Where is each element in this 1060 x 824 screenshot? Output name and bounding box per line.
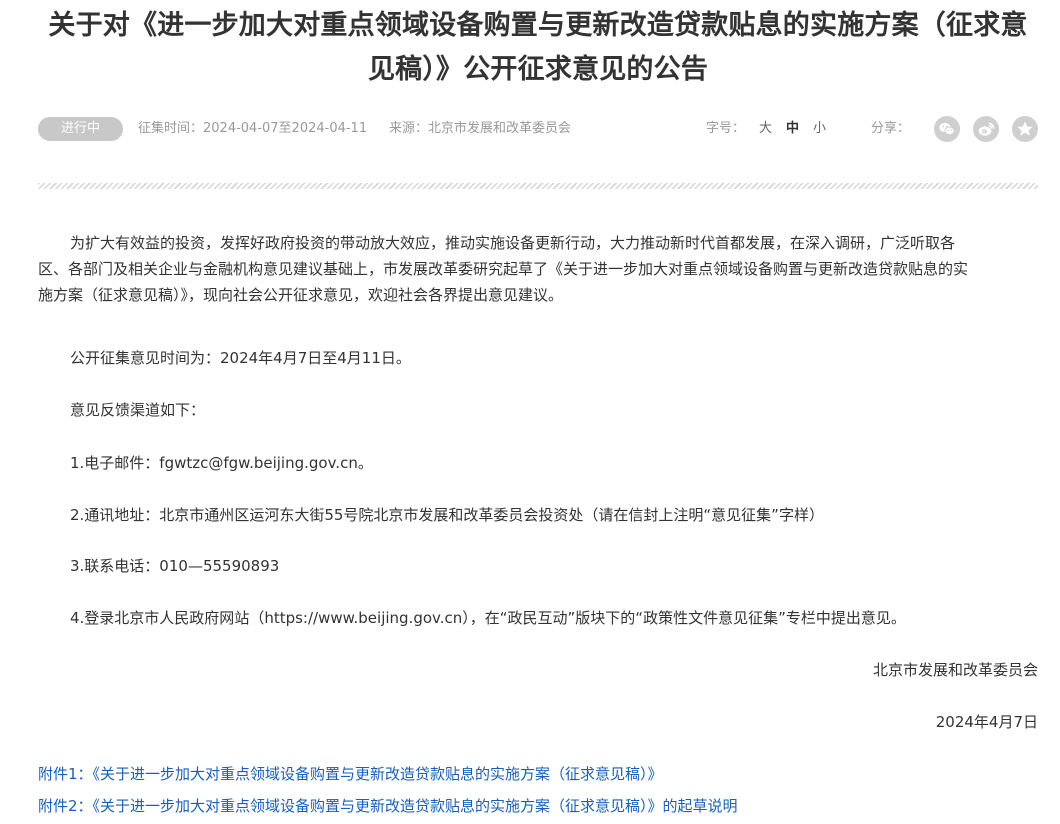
- wechat-icon[interactable]: [934, 116, 960, 142]
- attachment-link[interactable]: 附件1：《关于进一步加大对重点领域设备购置与更新改造贷款贴息的实施方案（征求意见…: [38, 763, 663, 785]
- intro-line: 施方案（征求意见稿）》，现向社会公开征求意见，欢迎社会各界提出意见建议。: [38, 286, 564, 304]
- channel-item: 2.通讯地址：北京市通州区运河东大街55号院北京市发展和改革委员会投资处（请在信…: [70, 506, 824, 524]
- status-badge: 进行中: [38, 117, 123, 141]
- intro-line: 区、各部门及相关企业与金融机构意见建议基础上，市发展改革委研究起草了《关于进一步…: [38, 260, 969, 278]
- meta-bar: 进行中 征集时间：2024-04-07至2024-04-11 来源：北京市发展和…: [38, 116, 1038, 144]
- font-size-medium-option[interactable]: 中: [786, 116, 799, 142]
- font-size-label: 字号：: [706, 121, 746, 136]
- intro-line: 为扩大有效益的投资，发挥好政府投资的带动放大效应，推动实施设备更新行动，大力推动…: [70, 234, 956, 252]
- share-label: 分享：: [871, 121, 911, 136]
- font-size-small-option[interactable]: 小: [813, 116, 826, 142]
- collection-period: 征集时间：2024-04-07至2024-04-11: [138, 121, 368, 136]
- publish-date: 2024年4月7日: [935, 713, 1038, 731]
- intro-paragraph: 为扩大有效益的投资，发挥好政府投资的带动放大效应，推动实施设备更新行动，大力推动…: [38, 230, 1038, 308]
- channel-item: 4.登录北京市人民政府网站（https://www.beijing.gov.cn…: [70, 609, 906, 627]
- source-label: 来源：北京市发展和改革委员会: [389, 121, 572, 136]
- page-title: 关于对《进一步加大对重点领域设备购置与更新改造贷款贴息的实施方案（征求意见稿）》…: [48, 10, 1028, 85]
- weibo-icon[interactable]: [973, 116, 999, 142]
- attachment-link[interactable]: 附件2：《关于进一步加大对重点领域设备购置与更新改造贷款贴息的实施方案（征求意见…: [38, 795, 738, 817]
- qzone-icon[interactable]: [1012, 116, 1038, 142]
- period-line: 公开征集意见时间为：2024年4月7日至4月11日。: [70, 349, 411, 367]
- signature: 北京市发展和改革委员会: [872, 661, 1038, 679]
- channel-item: 3.联系电话：010—55590893: [70, 557, 280, 575]
- section-divider: [38, 183, 1038, 189]
- channel-item: 1.电子邮件：fgwtzc@fgw.beijing.gov.cn。: [70, 454, 373, 472]
- font-size-large-option[interactable]: 大: [759, 116, 772, 142]
- channels-heading: 意见反馈渠道如下：: [70, 401, 206, 419]
